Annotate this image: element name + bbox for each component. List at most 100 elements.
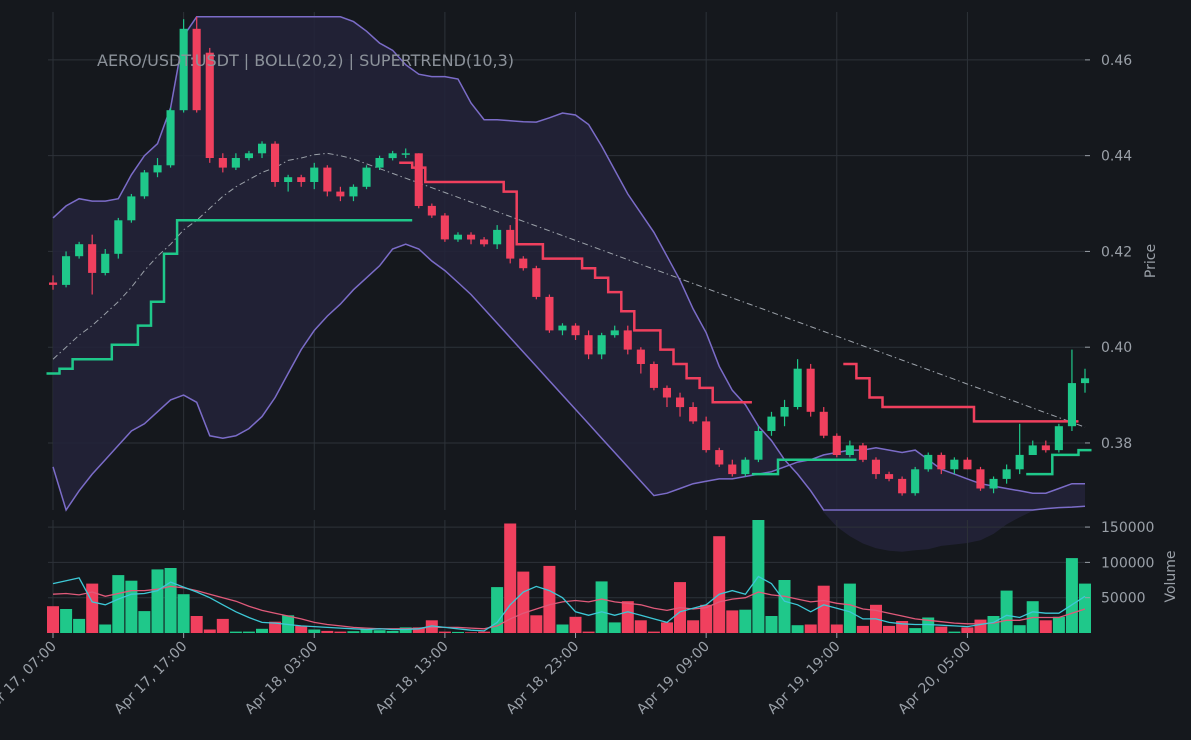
candle [702,416,711,453]
candle-body-down [519,258,528,269]
candle [1081,368,1090,393]
price-axis-label: Price [1143,244,1159,278]
volume-bar-up [452,631,464,633]
candle [362,165,371,190]
volume-bar-down [856,625,869,633]
candle [963,457,972,470]
price-tick-label: 0.40 [1101,340,1132,356]
volume-bar-down [804,624,817,633]
candle-body-up [166,110,175,166]
candle-body-up [114,220,123,254]
candle [715,447,724,467]
candle-body-up [140,172,149,197]
candle-body-down [414,153,423,206]
volume-bar-up [164,568,177,633]
volume-bar-up [1000,590,1013,633]
candle [793,359,802,410]
volume-bar-down [713,536,726,633]
candle-body-up [911,469,920,494]
candle [819,407,828,439]
volume-bar-up [909,628,922,633]
candle-body-up [153,165,162,173]
candle-body-up [127,196,136,221]
candle-body-down [545,296,554,331]
volume-bar-down [86,583,99,633]
candle [414,153,423,209]
candle-body-down [715,450,724,465]
time-tick-label: Apr 18, 13:00 [373,639,452,718]
candle-body-up [1015,454,1024,470]
volume-bar-up [1065,558,1078,633]
candle [898,476,907,496]
candle [1067,349,1076,431]
candle-body-down [898,478,907,494]
volume-bar-down [935,626,948,633]
volume-bar-up [308,629,321,633]
candlestick-chart: 0.38 0.40 0.42 0.44 0.46 Price AERO/USDT:USD… [0,12,1179,718]
candle-body-up [75,244,84,257]
candle-body-down [976,469,985,489]
candle-body-up [493,229,502,245]
candle-body-down [819,411,828,436]
candle-body-up [401,153,410,155]
candle-body-up [244,153,253,159]
candle-body-down [689,407,698,422]
volume-bar-up [778,580,791,633]
time-tick-label: Apr 17, 17:00 [111,639,190,718]
candle-body-down [218,158,227,168]
candle-body-up [741,459,750,475]
volume-bar-up [60,609,73,633]
candle-body-up [1067,383,1076,427]
volume-bar-up [1013,625,1026,633]
volume-bar-down [295,625,308,633]
volume-bar-up [256,628,268,633]
time-tick-label: Apr 19, 09:00 [634,639,713,718]
volume-bar-up [765,616,778,633]
candle-body-down [636,349,645,364]
candle [767,411,776,436]
volume-tick-label: 100000 [1101,555,1154,571]
candle [1015,423,1024,475]
candle-body-down [702,421,711,451]
volume-bar-down [47,606,59,633]
candle-body-up [597,335,606,355]
candle [127,193,136,223]
candle-body-up [284,177,293,182]
candle-body-down [532,268,541,297]
volume-bar-down [321,630,334,633]
volume-bar-down [647,631,660,633]
volume-bar-up [112,575,125,633]
candle-body-up [362,167,371,187]
time-tick-label: Apr 18, 03:00 [242,639,321,718]
volume-bar-up [125,580,138,633]
candle [114,217,123,259]
candle-body-down [623,330,632,350]
candle-body-up [793,368,802,407]
candle-body-up [767,416,776,431]
volume-bar-up [151,569,164,633]
candle-body-down [649,364,658,388]
candle-body-up [610,330,619,336]
candle [62,251,71,288]
candle-body-up [101,253,110,273]
candle [858,442,867,463]
volume-bar-down [700,604,713,634]
volume-bar-up [556,624,569,633]
candle [832,433,841,458]
price-tick-label: 0.46 [1101,53,1132,69]
volume-bar-up [99,624,112,633]
candle-body-down [676,397,685,408]
candle-body-down [271,143,280,182]
candle-body-down [728,464,737,475]
candle-body-up [453,234,462,240]
volume-axis-ticks: 50000 100000 150000 [1085,520,1154,607]
candle [271,141,280,187]
volume-axis-label: Volume [1163,550,1179,602]
chart-root: 0.38 0.40 0.42 0.44 0.46 Price AERO/USDT:USD… [0,0,1191,740]
volume-bar-down [1039,620,1052,633]
candle-body-down [858,445,867,460]
price-panel: 0.38 0.40 0.42 0.44 0.46 Price AERO/USDT:USD… [46,12,1159,552]
candle-body-up [950,459,959,470]
candle-body-up [349,186,358,197]
candle [741,457,750,477]
